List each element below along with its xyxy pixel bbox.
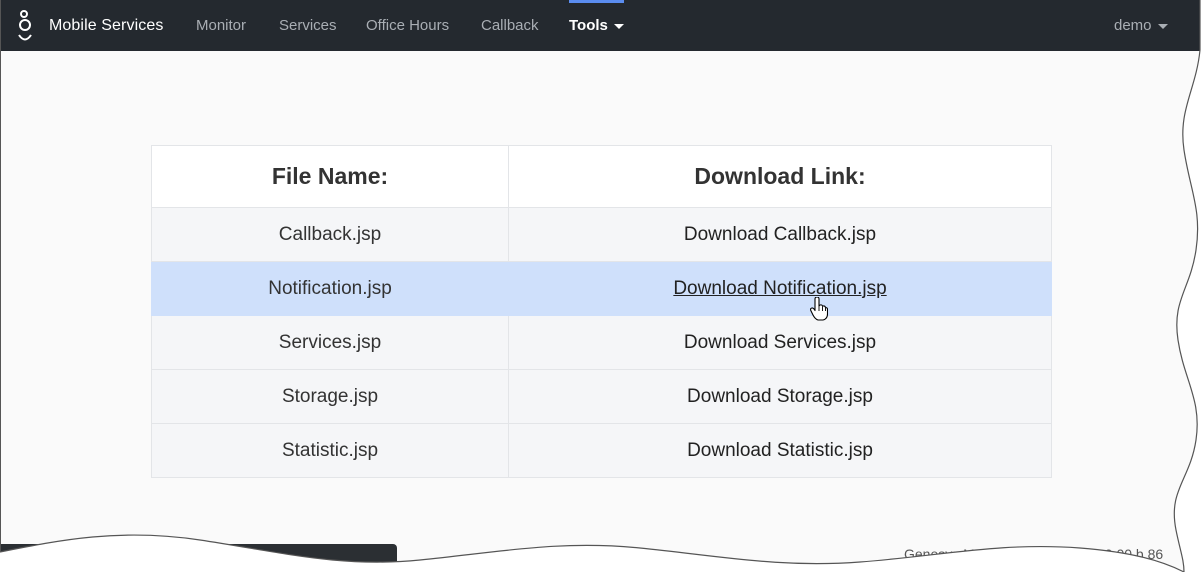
table-row: Callback.jsp Download Callback.jsp <box>151 207 1052 262</box>
table-header-row: File Name: Download Link: <box>151 145 1052 208</box>
hand-pointer-icon <box>810 297 828 321</box>
download-link-cell: Download Callback.jsp <box>508 207 1052 262</box>
download-link[interactable]: Download Storage.jsp <box>687 386 873 407</box>
download-link[interactable]: Download Notification.jsp <box>673 278 886 299</box>
download-link-cell: Download Notification.jsp <box>508 261 1052 316</box>
download-link[interactable]: Download Callback.jsp <box>684 224 876 245</box>
nav-callback-label: Callback <box>481 17 539 34</box>
caret-down-icon <box>613 24 624 29</box>
file-name-cell: Services.jsp <box>151 315 509 370</box>
download-link-cell: Download Services.jsp <box>508 315 1052 370</box>
file-name-cell: Notification.jsp <box>151 261 509 316</box>
table-row: Statistic.jsp Download Statistic.jsp <box>151 423 1052 478</box>
brand-name: Mobile Services <box>49 16 164 34</box>
footer-bar <box>0 544 397 572</box>
column-header-file-name: File Name: <box>151 145 509 208</box>
column-header-download-link: Download Link: <box>508 145 1052 208</box>
brand[interactable]: Mobile Services <box>14 0 163 51</box>
nav-callback[interactable]: Callback <box>481 0 539 51</box>
nav-office-hours[interactable]: Office Hours <box>366 0 449 51</box>
footer-version: Genesys Mobile Services 8.5.200.00 b.86 <box>904 546 1164 562</box>
top-navbar: Mobile Services Monitor Services Office … <box>0 0 1200 51</box>
file-name-cell: Statistic.jsp <box>151 423 509 478</box>
table-row: Notification.jsp Download Notification.j… <box>151 261 1052 316</box>
nav-tools-label: Tools <box>569 17 608 34</box>
nav-office-hours-label: Office Hours <box>366 17 450 34</box>
nav-services-label: Services <box>279 17 337 34</box>
download-link-cell: Download Statistic.jsp <box>508 423 1052 478</box>
nav-monitor[interactable]: Monitor <box>196 0 246 51</box>
nav-monitor-label: Monitor <box>196 17 247 34</box>
file-name-cell: Callback.jsp <box>151 207 509 262</box>
table-row: Storage.jsp Download Storage.jsp <box>151 369 1052 424</box>
table-row: Services.jsp Download Services.jsp <box>151 315 1052 370</box>
caret-down-icon <box>1157 24 1168 29</box>
nav-services[interactable]: Services <box>279 0 337 51</box>
download-link[interactable]: Download Statistic.jsp <box>687 440 873 461</box>
download-link-cell: Download Storage.jsp <box>508 369 1052 424</box>
download-files-table: File Name: Download Link: Callback.jsp D… <box>151 145 1052 478</box>
nav-tools-dropdown[interactable]: Tools <box>569 0 624 51</box>
user-menu-dropdown[interactable]: demo <box>1114 0 1168 51</box>
download-link[interactable]: Download Services.jsp <box>684 332 876 353</box>
file-name-cell: Storage.jsp <box>151 369 509 424</box>
genesys-logo-icon <box>18 9 32 40</box>
user-name: demo <box>1114 17 1152 34</box>
